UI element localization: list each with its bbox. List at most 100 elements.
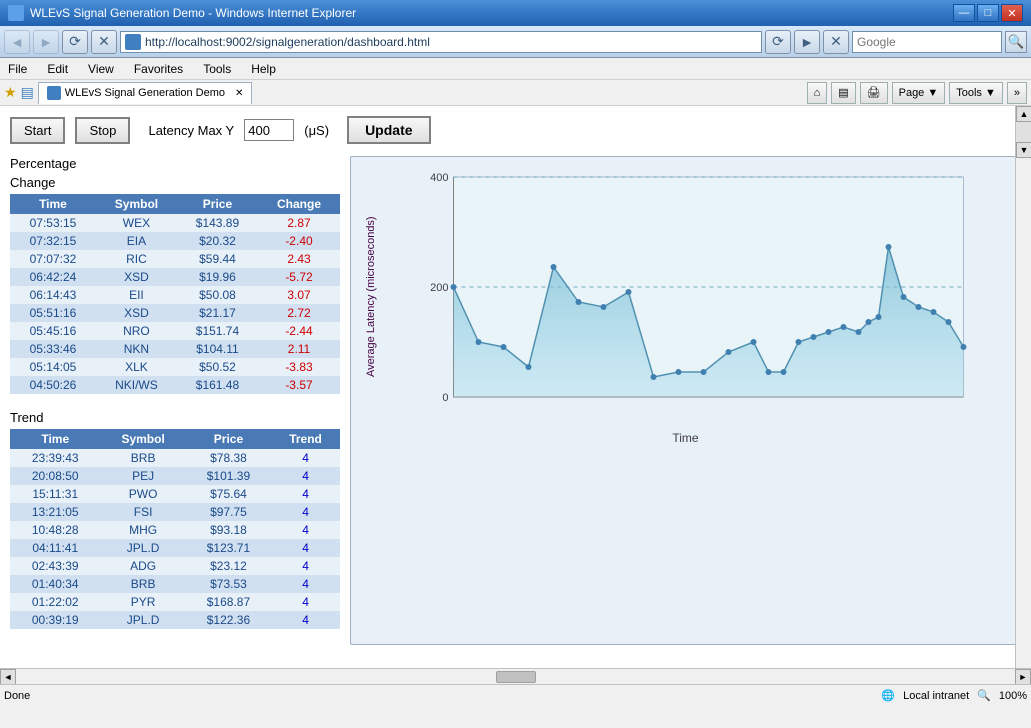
svg-text:0: 0: [442, 392, 448, 404]
pct-cell: NKI/WS: [96, 376, 177, 394]
trend-cell: $73.53: [186, 575, 271, 593]
trend-cell: 4: [271, 575, 340, 593]
pct-cell: 05:14:05: [10, 358, 96, 376]
stop-button[interactable]: ✕: [91, 30, 117, 54]
pct-cell: -2.44: [258, 322, 340, 340]
pct-cell: 2.11: [258, 340, 340, 358]
col-time-trend: Time: [10, 429, 100, 449]
pct-cell: WEX: [96, 214, 177, 232]
chart-container: Average Latency (microseconds) 400: [361, 167, 1010, 447]
pct-cell: 06:42:24: [10, 268, 96, 286]
tab-close-icon[interactable]: ✕: [235, 88, 243, 99]
pct-cell: 2.43: [258, 250, 340, 268]
table-row: 01:40:34BRB$73.534: [10, 575, 340, 593]
trend-cell: 01:40:34: [10, 575, 100, 593]
scroll-down-button[interactable]: ▼: [1016, 142, 1031, 158]
section-title-pct1: Percentage: [10, 156, 340, 171]
menu-favorites[interactable]: Favorites: [130, 61, 187, 77]
back-button[interactable]: ◄: [4, 30, 30, 54]
trend-cell: 4: [271, 593, 340, 611]
trend-cell: PEJ: [100, 467, 185, 485]
go-button[interactable]: ►: [794, 30, 820, 54]
trend-cell: 4: [271, 503, 340, 521]
pct-cell: $21.17: [177, 304, 258, 322]
menu-edit[interactable]: Edit: [43, 61, 72, 77]
toolbar-right: ⌂ ▤ 🖨 Page ▼ Tools ▼ »: [807, 82, 1027, 104]
col-symbol-pct: Symbol: [96, 194, 177, 214]
menu-view[interactable]: View: [84, 61, 118, 77]
rss-button[interactable]: ▤: [831, 82, 855, 104]
address-bar[interactable]: http://localhost:9002/signalgeneration/d…: [120, 31, 762, 53]
browser-icon: [8, 5, 24, 21]
chart-svg: 400 200 0: [377, 167, 1010, 427]
menu-help[interactable]: Help: [247, 61, 280, 77]
pct-cell: -2.40: [258, 232, 340, 250]
pct-cell: RIC: [96, 250, 177, 268]
trend-cell: 23:39:43: [10, 449, 100, 467]
scroll-right-button[interactable]: ►: [1015, 669, 1031, 685]
stop-button[interactable]: Stop: [75, 117, 130, 144]
trend-cell: 4: [271, 485, 340, 503]
menu-tools[interactable]: Tools: [199, 61, 235, 77]
pct-cell: $161.48: [177, 376, 258, 394]
pct-cell: XSD: [96, 304, 177, 322]
pct-cell: 05:51:16: [10, 304, 96, 322]
zone-label: Local intranet: [903, 690, 969, 702]
menu-bar: File Edit View Favorites Tools Help: [0, 58, 1031, 80]
trend-cell: 01:22:02: [10, 593, 100, 611]
pct-cell: EIA: [96, 232, 177, 250]
home-button[interactable]: ⌂: [807, 82, 828, 104]
trend-table: Time Symbol Price Trend 23:39:43BRB$78.3…: [10, 429, 340, 629]
trend-cell: FSI: [100, 503, 185, 521]
percentage-change-table: Time Symbol Price Change 07:53:15WEX$143…: [10, 194, 340, 394]
latency-label: Latency Max Y: [148, 123, 234, 138]
content-area: Start Stop Latency Max Y (μS) Update Per…: [0, 106, 1031, 684]
pct-cell: 05:33:46: [10, 340, 96, 358]
trend-cell: $123.71: [186, 539, 271, 557]
search-button[interactable]: 🔍: [1005, 31, 1027, 53]
pct-cell: $50.52: [177, 358, 258, 376]
trend-cell: $78.38: [186, 449, 271, 467]
pct-cell: 07:07:32: [10, 250, 96, 268]
trend-cell: 00:39:19: [10, 611, 100, 629]
extend-button[interactable]: »: [1007, 82, 1027, 104]
col-symbol-trend: Symbol: [100, 429, 185, 449]
trend-cell: 10:48:28: [10, 521, 100, 539]
address-text: http://localhost:9002/signalgeneration/d…: [145, 35, 757, 49]
menu-file[interactable]: File: [4, 61, 31, 77]
pct-cell: $20.32: [177, 232, 258, 250]
trend-cell: $122.36: [186, 611, 271, 629]
close-button[interactable]: ✕: [1001, 4, 1023, 22]
trend-cell: 4: [271, 467, 340, 485]
pct-cell: 04:50:26: [10, 376, 96, 394]
minimize-button[interactable]: —: [953, 4, 975, 22]
trend-cell: 4: [271, 539, 340, 557]
vertical-scrollbar[interactable]: ▲ ▼: [1015, 106, 1031, 668]
trend-cell: $97.75: [186, 503, 271, 521]
scrollbar-thumb[interactable]: [496, 671, 536, 683]
forward-button[interactable]: ►: [33, 30, 59, 54]
scroll-up-button[interactable]: ▲: [1016, 106, 1031, 122]
tables-section: Percentage Change Time Symbol Price Chan…: [10, 156, 340, 645]
pct-cell: NKN: [96, 340, 177, 358]
search-input[interactable]: [852, 31, 1002, 53]
latency-input[interactable]: [244, 119, 294, 141]
maximize-button[interactable]: □: [977, 4, 999, 22]
refresh-addr-button[interactable]: ⟳: [765, 30, 791, 54]
table-row: 04:11:41JPL.D$123.714: [10, 539, 340, 557]
refresh-button[interactable]: ⟳: [62, 30, 88, 54]
trend-cell: $168.87: [186, 593, 271, 611]
pct-cell: $19.96: [177, 268, 258, 286]
title-bar-controls: — □ ✕: [953, 4, 1023, 22]
scroll-left-button[interactable]: ◄: [0, 669, 16, 685]
scrollbar-track[interactable]: [16, 669, 1015, 685]
rss-icon[interactable]: ▤: [21, 84, 34, 101]
tools-button[interactable]: Tools ▼: [949, 82, 1003, 104]
update-button[interactable]: Update: [347, 116, 430, 144]
page-button[interactable]: Page ▼: [892, 82, 946, 104]
stop-addr-button[interactable]: ✕: [823, 30, 849, 54]
add-favorites-icon[interactable]: ★: [4, 84, 17, 101]
start-button[interactable]: Start: [10, 117, 65, 144]
tab-demo[interactable]: WLEvS Signal Generation Demo ✕: [38, 82, 253, 104]
print-button[interactable]: 🖨: [860, 82, 888, 104]
